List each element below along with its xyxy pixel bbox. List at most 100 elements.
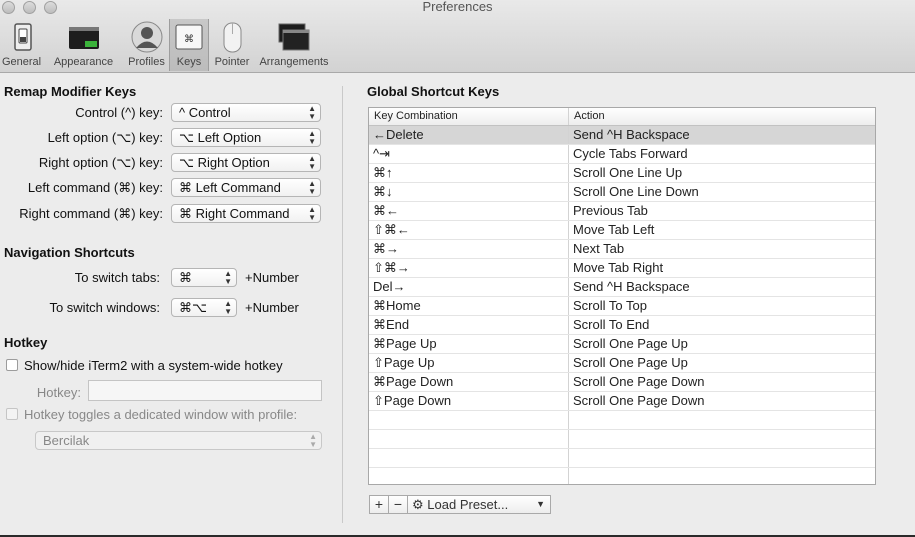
tab-appearance[interactable]: Appearance <box>43 19 124 71</box>
tab-appearance-label: Appearance <box>53 56 114 68</box>
window-toolbar: Preferences General Appearance Profiles … <box>0 0 915 73</box>
empty-table-row <box>369 468 875 484</box>
left-command-key-popup[interactable]: ⌘ Left Command ▲ ▼ <box>171 178 321 197</box>
table-row[interactable]: ⌘↑ Scroll One Line Up <box>369 164 875 183</box>
stacked-windows-icon <box>278 21 310 53</box>
tab-general-label: General <box>1 56 42 68</box>
window-title: Preferences <box>422 0 493 14</box>
table-row[interactable]: Del→ Send ^H Backspace <box>369 278 875 297</box>
tab-arrangements-label: Arrangements <box>259 56 329 68</box>
tab-pointer-label: Pointer <box>214 56 250 68</box>
key-combination-cell: ⇧⌘← <box>369 221 569 239</box>
empty-table-row <box>369 411 875 430</box>
empty-cell <box>569 430 875 448</box>
updown-arrows-icon: ▲ ▼ <box>308 204 316 222</box>
updown-arrows-icon: ▲ ▼ <box>308 128 316 146</box>
tab-pointer[interactable]: Pointer <box>209 19 255 71</box>
table-row[interactable]: ⇧⌘→ Move Tab Right <box>369 259 875 278</box>
empty-table-row <box>369 430 875 449</box>
tab-arrangements[interactable]: Arrangements <box>255 19 333 71</box>
user-silhouette-icon <box>131 21 163 53</box>
key-combination-cell: Del→ <box>369 278 569 296</box>
left-option-key-value: ⌥ Left Option <box>179 130 262 145</box>
navigation-section-title: Navigation Shortcuts <box>4 245 135 260</box>
right-option-key-value: ⌥ Right Option <box>179 155 270 170</box>
right-command-key-label: Right command (⌘) key: <box>19 206 163 221</box>
pane-divider <box>342 86 343 523</box>
empty-cell <box>369 430 569 448</box>
key-combination-cell: ⇧Page Up <box>369 354 569 372</box>
table-row[interactable]: ⇧Page Down Scroll One Page Down <box>369 392 875 411</box>
table-row[interactable]: ⇧⌘← Move Tab Left <box>369 221 875 240</box>
dedicated-window-checkbox[interactable] <box>6 408 18 420</box>
table-row[interactable]: ⌘End Scroll To End <box>369 316 875 335</box>
table-row[interactable]: ^⇥ Cycle Tabs Forward <box>369 145 875 164</box>
global-shortcuts-title: Global Shortcut Keys <box>367 84 500 99</box>
add-shortcut-button[interactable]: + <box>369 495 389 514</box>
tab-keys[interactable]: ⌘ Keys <box>169 19 209 71</box>
show-hide-hotkey-label: Show/hide iTerm2 with a system-wide hotk… <box>24 358 283 373</box>
table-row[interactable]: ⌘Page Down Scroll One Page Down <box>369 373 875 392</box>
svg-text:⌘: ⌘ <box>184 34 194 45</box>
action-cell: Scroll To End <box>573 317 650 332</box>
action-cell: Scroll One Line Down <box>573 184 699 199</box>
remove-shortcut-button[interactable]: − <box>388 495 408 514</box>
load-preset-popup[interactable]: ⚙ Load Preset... ▼ <box>407 495 551 514</box>
right-command-key-value: ⌘ Right Command <box>179 206 290 221</box>
table-body: ←Delete Send ^H Backspace ^⇥ Cycle Tabs For… <box>369 126 875 484</box>
hotkey-profile-popup[interactable]: Bercilak ▲ ▼ <box>35 431 322 450</box>
tab-profiles[interactable]: Profiles <box>124 19 169 71</box>
switch-tabs-value: ⌘ <box>179 270 192 285</box>
tab-profiles-label: Profiles <box>128 56 165 68</box>
table-row[interactable]: ←Delete Send ^H Backspace <box>369 126 875 145</box>
dropdown-arrow-icon: ▼ <box>536 499 545 509</box>
key-combination-cell: ⌘↓ <box>369 183 569 201</box>
empty-cell <box>569 411 875 429</box>
switch-tabs-suffix: +Number <box>245 270 299 285</box>
mouse-icon <box>216 21 248 53</box>
empty-cell <box>569 468 875 484</box>
updown-arrows-icon: ▲ ▼ <box>308 178 316 196</box>
left-command-key-value: ⌘ Left Command <box>179 180 281 195</box>
hotkey-input[interactable] <box>88 380 322 401</box>
table-row[interactable]: ⌘↓ Scroll One Line Down <box>369 183 875 202</box>
empty-cell <box>369 449 569 467</box>
action-cell: Scroll One Page Up <box>573 336 688 351</box>
switch-windows-popup[interactable]: ⌘⌥ ▲ ▼ <box>171 298 237 317</box>
table-row[interactable]: ⌘Page Up Scroll One Page Up <box>369 335 875 354</box>
left-option-key-popup[interactable]: ⌥ Left Option ▲ ▼ <box>171 128 321 147</box>
action-cell: Scroll To Top <box>573 298 647 313</box>
key-combination-cell: ⌘↑ <box>369 164 569 182</box>
action-cell: Send ^H Backspace <box>573 279 690 294</box>
control-key-label: Control (^) key: <box>75 105 163 120</box>
switch-tabs-popup[interactable]: ⌘ ▲ ▼ <box>171 268 237 287</box>
preferences-toolbar: General Appearance Profiles ⌘ Keys Point… <box>0 19 333 71</box>
control-key-popup[interactable]: ^ Control ▲ ▼ <box>171 103 321 122</box>
key-combination-cell: ⌘Page Down <box>369 373 569 391</box>
empty-cell <box>569 449 875 467</box>
show-hide-hotkey-checkbox[interactable] <box>6 359 18 371</box>
right-option-key-popup[interactable]: ⌥ Right Option ▲ ▼ <box>171 153 321 172</box>
table-row[interactable]: ⌘Home Scroll To Top <box>369 297 875 316</box>
table-row[interactable]: ⌘→ Next Tab <box>369 240 875 259</box>
left-command-key-label: Left command (⌘) key: <box>27 180 163 195</box>
load-preset-label: Load Preset... <box>427 497 509 512</box>
global-shortcuts-table: Key Combination Action ←Delete Send ^H Ba… <box>368 107 876 485</box>
key-combination-cell: ⌘Page Up <box>369 335 569 353</box>
key-combination-cell: ←Delete <box>369 126 569 144</box>
key-combination-cell: ⌘End <box>369 316 569 334</box>
table-row[interactable]: ⇧Page Up Scroll One Page Up <box>369 354 875 373</box>
column-header-action[interactable]: Action <box>569 108 875 125</box>
key-combination-cell: ⇧Page Down <box>369 392 569 410</box>
action-cell: Send ^H Backspace <box>573 127 690 142</box>
key-combination-cell: ⌘← <box>369 202 569 220</box>
updown-arrows-icon: ▲ ▼ <box>224 268 232 286</box>
right-command-key-popup[interactable]: ⌘ Right Command ▲ ▼ <box>171 204 321 223</box>
action-cell: Move Tab Left <box>573 222 655 237</box>
remap-section-title: Remap Modifier Keys <box>4 84 137 99</box>
column-header-key-combination[interactable]: Key Combination <box>369 108 569 125</box>
hotkey-profile-value: Bercilak <box>43 433 90 448</box>
tab-general[interactable]: General <box>0 19 43 71</box>
table-row[interactable]: ⌘← Previous Tab <box>369 202 875 221</box>
empty-table-row <box>369 449 875 468</box>
